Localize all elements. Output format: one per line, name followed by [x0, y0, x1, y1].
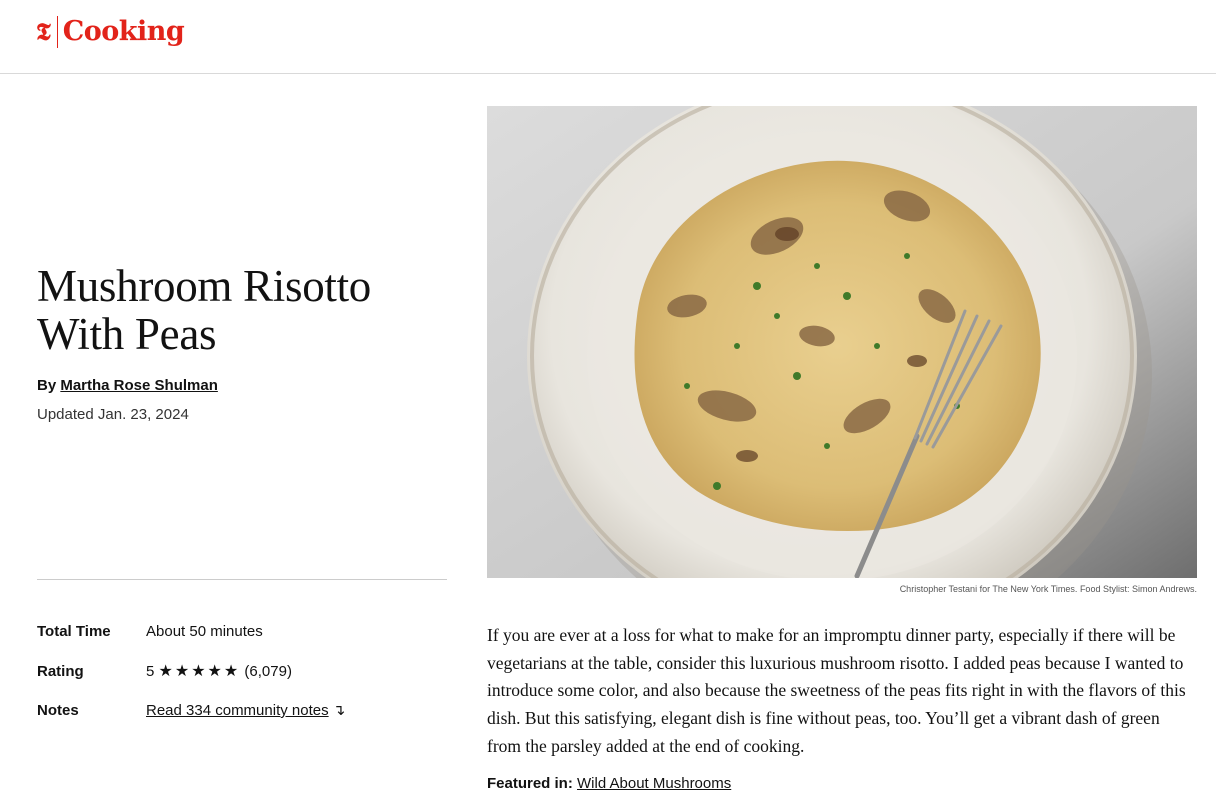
- rating-label: Rating: [37, 663, 84, 680]
- byline-prefix: By: [37, 377, 61, 394]
- arrow-down-icon[interactable]: ↴: [333, 702, 346, 719]
- cooking-wordmark: Cooking: [62, 16, 185, 47]
- updated-date: Updated Jan. 23, 2024: [37, 406, 189, 423]
- recipe-photo: [487, 106, 1197, 578]
- site-header: 𝕿 Cooking: [0, 0, 1216, 74]
- rating-widget[interactable]: 5 ★★★★★ (6,079): [146, 661, 292, 682]
- nyt-t-logo-icon: 𝕿: [36, 16, 58, 48]
- recipe-description: If you are ever at a loss for what to ma…: [487, 625, 1186, 756]
- total-time-label: Total Time: [37, 623, 111, 640]
- photo-credit: Christopher Testani for The New York Tim…: [899, 584, 1197, 594]
- community-notes-link[interactable]: Read 334 community notes: [146, 702, 329, 719]
- total-time-value: About 50 minutes: [146, 623, 263, 640]
- author-link[interactable]: Martha Rose Shulman: [60, 377, 218, 394]
- divider: [37, 579, 447, 580]
- nyt-cooking-logo[interactable]: 𝕿 Cooking: [36, 16, 185, 48]
- notes-row: Read 334 community notes ↴: [146, 701, 345, 721]
- featured-collection-link[interactable]: Wild About Mushrooms: [577, 775, 731, 792]
- byline: By Martha Rose Shulman: [37, 376, 218, 396]
- rating-count: (6,079): [244, 663, 292, 680]
- featured-in: Featured in: Wild About Mushrooms: [487, 774, 731, 794]
- risotto-plate-image: [487, 106, 1197, 578]
- recipe-title: Mushroom Risotto With Peas: [37, 261, 371, 359]
- rating-value: 5: [146, 663, 155, 680]
- star-rating-icon: ★★★★★: [158, 661, 241, 680]
- featured-label: Featured in:: [487, 775, 573, 792]
- notes-label: Notes: [37, 702, 79, 719]
